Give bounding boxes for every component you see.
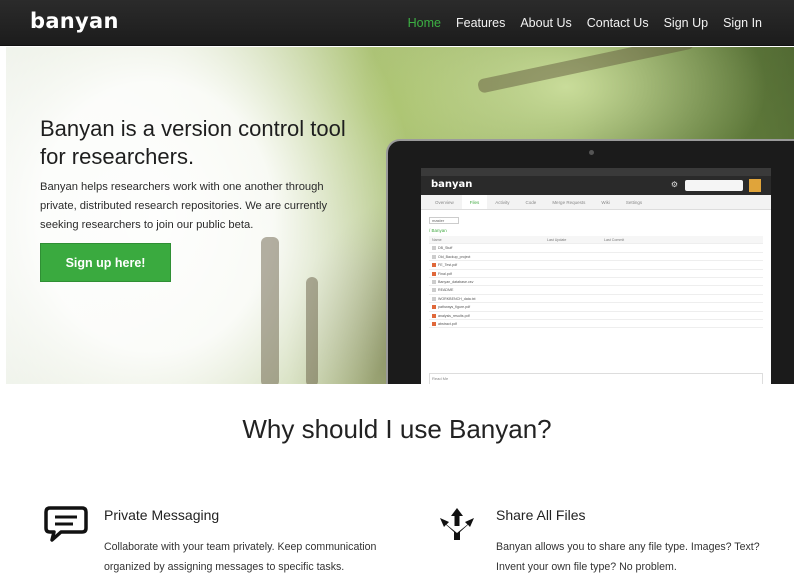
nav-links: Home Features About Us Contact Us Sign U… <box>408 0 762 46</box>
mini-file-row: Old_Backup_project <box>429 253 763 262</box>
mini-brand: banyan <box>431 179 473 190</box>
mini-file-row: FE_Test.pdf <box>429 261 763 270</box>
nav-link-contact-us[interactable]: Contact Us <box>587 16 649 30</box>
mini-path: / Banyan <box>429 228 447 233</box>
mini-file-row: abstract.pdf <box>429 320 763 329</box>
feature-desc-private-messaging: Collaborate with your team privately. Ke… <box>104 541 377 573</box>
mini-file-name: pathways_figure.pdf <box>432 305 471 310</box>
mini-file-row: DB_Stuff <box>429 244 763 253</box>
mini-tab: Merge Requests <box>552 200 586 205</box>
mini-file-label: Final.pdf <box>438 271 452 276</box>
nav-link-sign-in[interactable]: Sign In <box>723 16 762 30</box>
chat-bubble-icon <box>44 505 88 548</box>
mini-file-label: pathways_figure.pdf <box>438 305 471 310</box>
mini-tab: Overview <box>435 200 454 205</box>
mini-tabs: Overview Files Activity Code Merge Reque… <box>421 195 771 210</box>
mini-file-label: WORKBENCH_data.txt <box>438 296 476 301</box>
mini-file-row: pathways_figure.pdf <box>429 303 763 312</box>
mini-file-name: FE_Test.pdf <box>432 263 458 268</box>
mini-file-name: DB_Stuff <box>432 246 453 251</box>
gear-icon: ⚙ <box>670 180 678 189</box>
nav-link-home[interactable]: Home <box>408 16 441 30</box>
file-icon <box>432 271 436 276</box>
mini-col-header: Last Commit <box>604 238 625 242</box>
file-icon <box>432 246 436 251</box>
mini-file-label: README <box>438 288 454 293</box>
file-icon <box>432 280 436 284</box>
file-icon <box>432 313 436 318</box>
mini-window-titlebar <box>421 168 771 176</box>
mini-branch-select: master <box>429 217 459 224</box>
mini-file-label: Old_Backup_project <box>438 254 471 259</box>
mini-readme-panel: Read Me <box>429 373 763 384</box>
share-arrows-icon <box>436 506 478 549</box>
tree-trunk-decoration <box>476 47 696 94</box>
top-navbar: banyan Home Features About Us Contact Us… <box>0 0 794 46</box>
mini-tab: Settings <box>625 200 643 205</box>
tree-trunk-decoration <box>261 237 279 384</box>
mini-file-label: analysis_results.pdf <box>438 313 470 318</box>
mini-app-navbar: banyan ⚙ <box>421 176 771 195</box>
mini-file-row: WORKBENCH_data.txt <box>429 295 763 304</box>
feature-desc-share-all-files: Banyan allows you to share any file type… <box>496 541 760 573</box>
mini-file-name: abstract.pdf <box>432 322 457 326</box>
feature-title-share-all-files: Share All Files <box>496 507 586 523</box>
mini-file-label: Banyan_database.csv <box>438 279 474 284</box>
mini-file-name: Banyan_database.csv <box>432 280 473 284</box>
camera-dot <box>589 150 594 155</box>
file-icon <box>432 296 436 301</box>
brand-logo[interactable]: banyan <box>30 9 119 33</box>
mini-file-label: DB_Stuff <box>438 246 453 251</box>
nav-link-features[interactable]: Features <box>456 16 505 30</box>
nav-link-sign-up[interactable]: Sign Up <box>664 16 708 30</box>
hero-section: Banyan is a version control tool for res… <box>6 47 794 384</box>
avatar <box>749 179 761 192</box>
mini-file-name: analysis_results.pdf <box>432 314 470 318</box>
laptop-mockup: banyan ⚙ Overview Files Activity Code Me… <box>386 139 794 384</box>
file-icon <box>432 254 436 259</box>
mini-file-row: Banyan_database.csv <box>429 278 763 287</box>
mini-file-table: Name Last Update Last Commit DB_Stuff Old… <box>429 236 763 329</box>
hero-title: Banyan is a version control tool for res… <box>40 116 346 169</box>
mini-file-row: analysis_results.pdf <box>429 312 763 320</box>
feature-title-private-messaging: Private Messaging <box>104 507 220 523</box>
mini-tab: Activity <box>495 200 510 205</box>
mini-file-name: Final.pdf <box>432 272 452 276</box>
mini-col-header: Name <box>432 238 442 242</box>
mini-file-name: WORKBENCH_data.txt <box>432 297 476 301</box>
why-section-title: Why should I use Banyan? <box>242 414 552 444</box>
hero-description: Banyan helps researchers work with one a… <box>40 181 328 231</box>
mini-tab: Code <box>525 200 537 205</box>
file-icon <box>432 263 436 268</box>
file-icon <box>432 305 436 310</box>
file-icon <box>432 288 436 293</box>
mini-file-label: FE_Test.pdf <box>438 263 458 268</box>
mini-file-row: README <box>429 286 763 295</box>
mini-table-header: Name Last Update Last Commit <box>429 236 763 245</box>
mini-file-name: Old_Backup_project <box>432 255 470 259</box>
app-screenshot: banyan ⚙ Overview Files Activity Code Me… <box>421 168 771 384</box>
mini-tab: Wiki <box>601 200 610 205</box>
tree-trunk-decoration <box>306 277 318 384</box>
mini-table-rows: DB_Stuff Old_Backup_project FE_Test.pdf Fin… <box>429 244 763 329</box>
mini-col-header: Last Update <box>547 238 567 242</box>
mini-file-name: README <box>432 288 454 293</box>
mini-file-row: Final.pdf <box>429 270 763 278</box>
mini-tab-active: Files <box>461 195 488 209</box>
nav-link-about-us[interactable]: About Us <box>520 16 571 30</box>
file-icon <box>432 321 436 326</box>
mini-search-box <box>685 180 743 191</box>
mini-file-label: abstract.pdf <box>438 321 457 326</box>
sign-up-cta-button[interactable]: Sign up here! <box>40 243 171 282</box>
